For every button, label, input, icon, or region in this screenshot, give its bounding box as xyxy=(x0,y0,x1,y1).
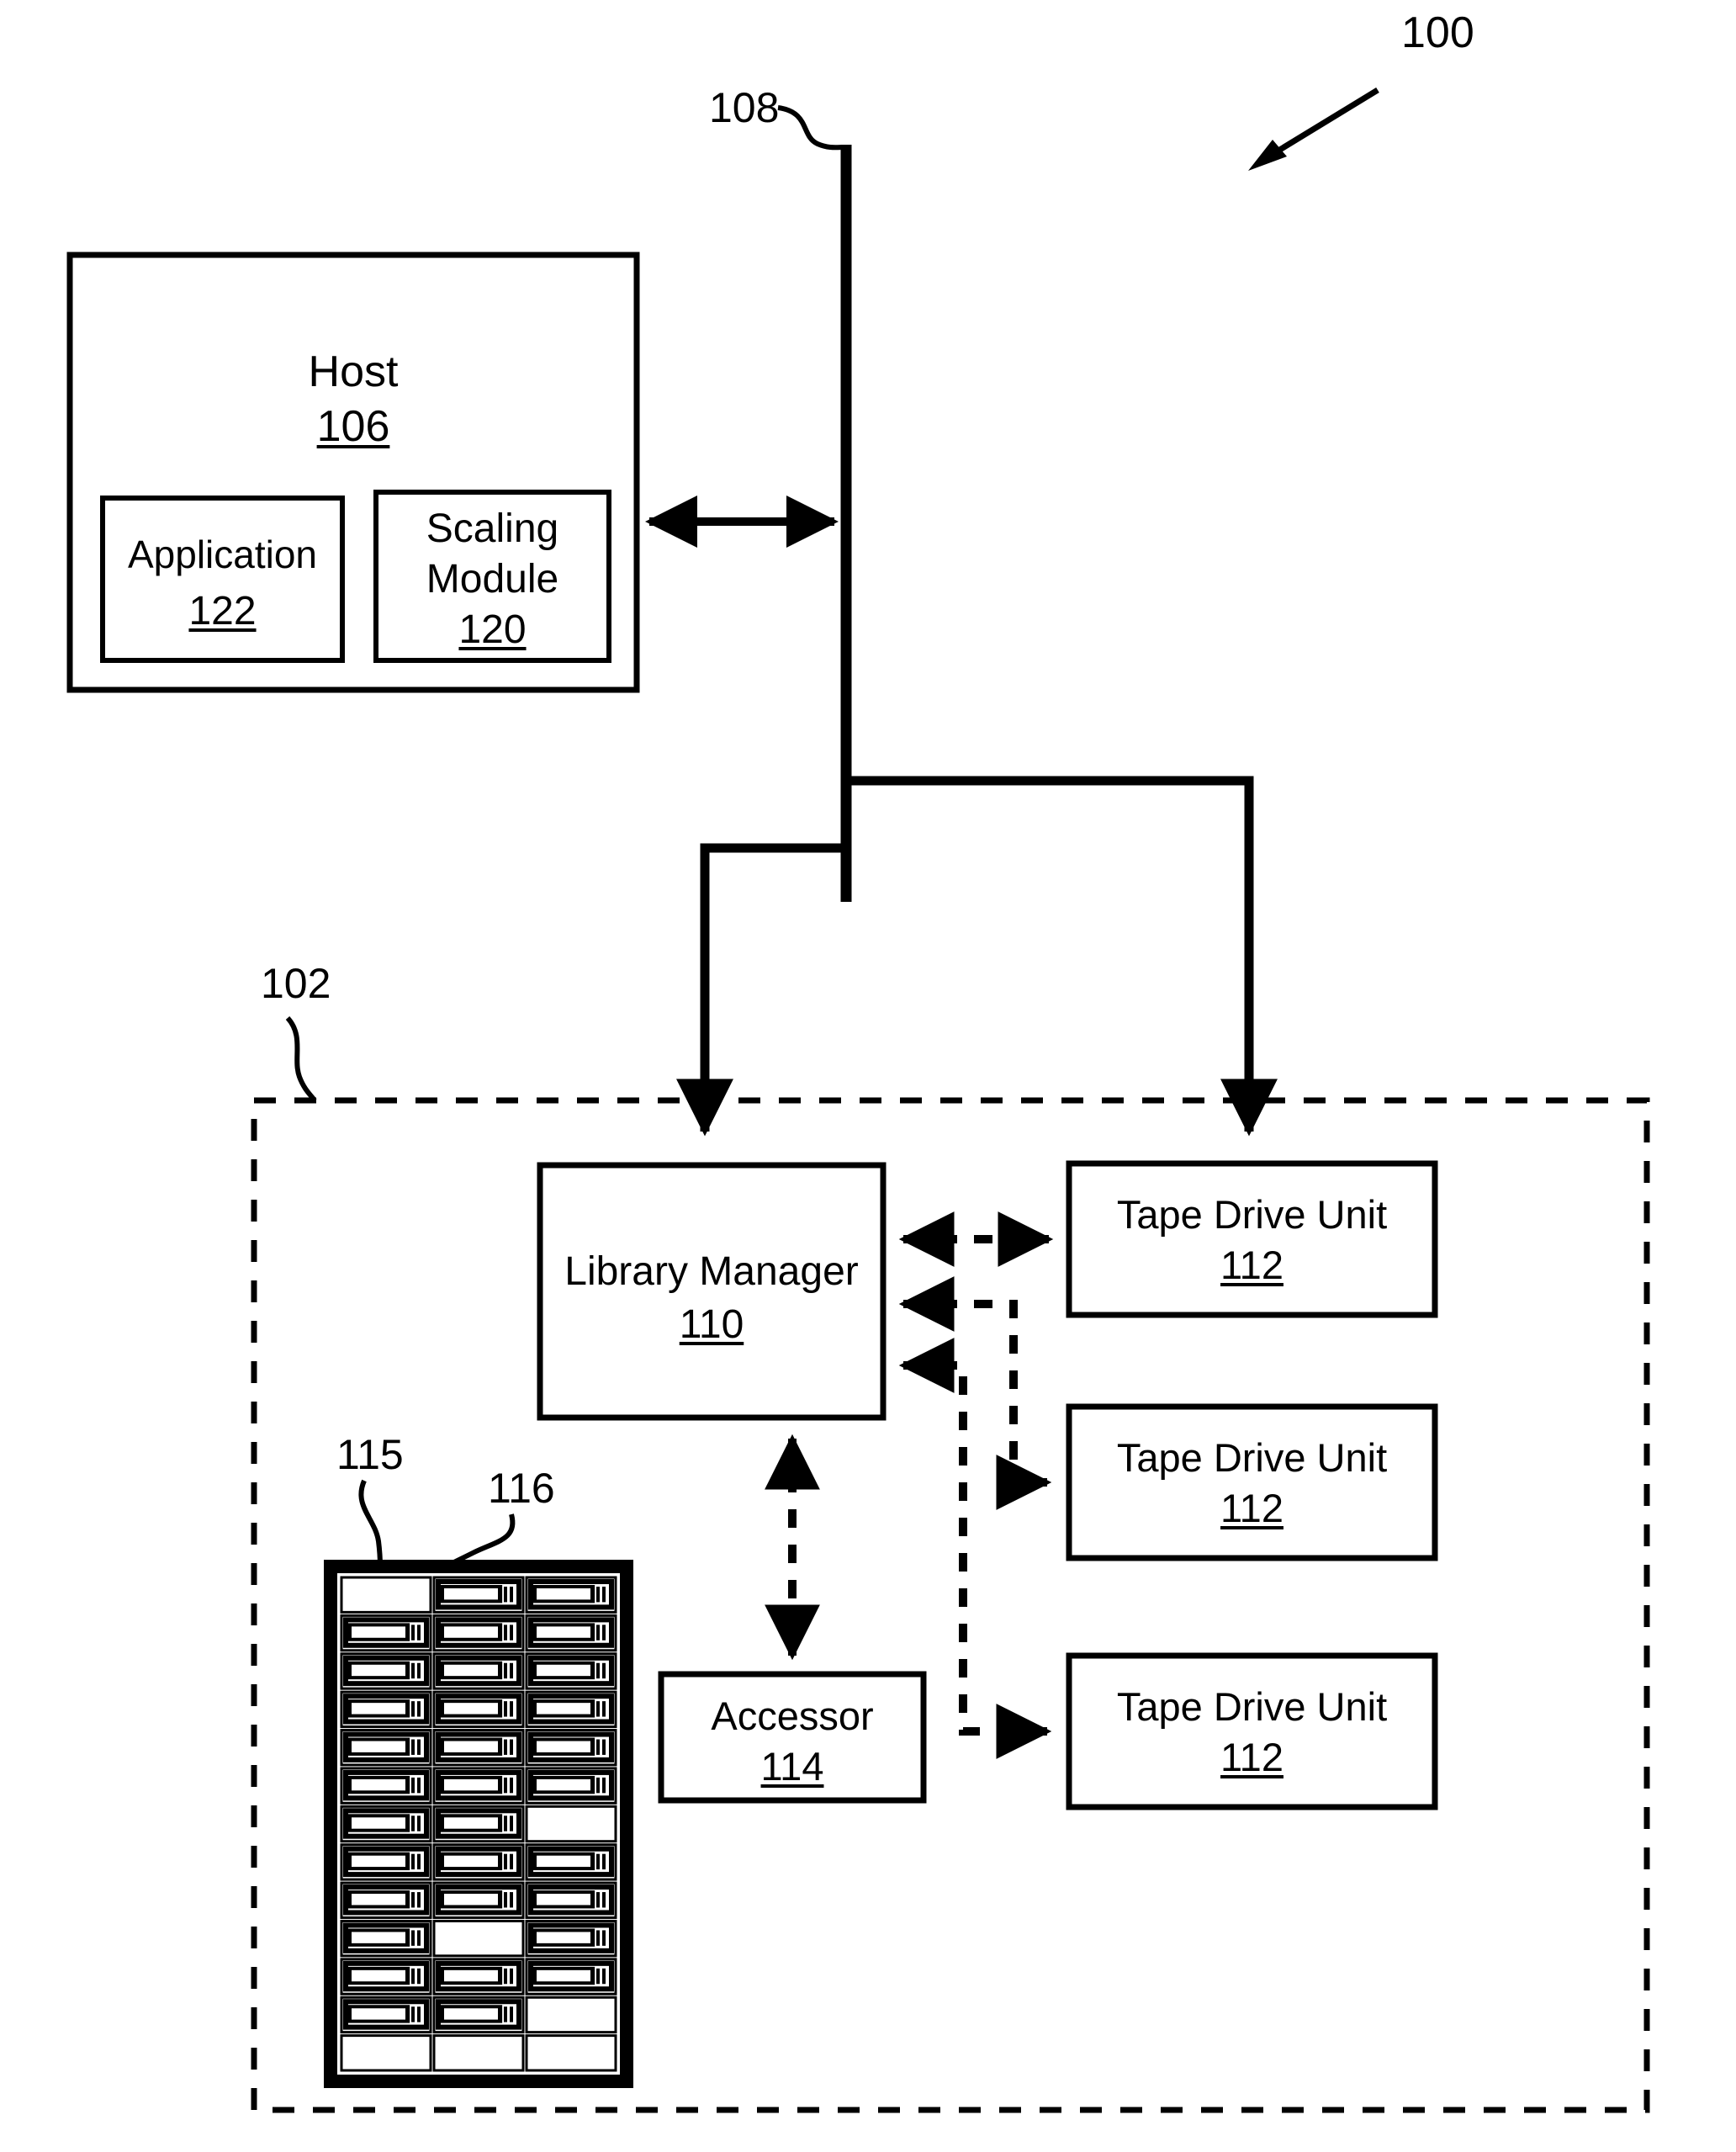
library-manager-title: Library Manager xyxy=(564,1249,859,1294)
tape-drive-unit-ref-1: 112 xyxy=(1220,1243,1283,1287)
tape-cartridge xyxy=(528,1731,614,1762)
system-ref-arrow xyxy=(1248,87,1379,171)
tape-drive-unit-box-3 xyxy=(1066,1652,1438,1810)
tape-cartridge xyxy=(436,1808,521,1839)
tape-cartridge-magazine xyxy=(324,1560,633,2088)
tape-cartridge xyxy=(343,1731,429,1762)
tape-drive-unit-title-3: Tape Drive Unit xyxy=(1116,1684,1388,1729)
figure-canvas: 100 108 102 115 116 Host 106 Application… xyxy=(0,0,1736,2152)
magazine-slot xyxy=(432,1919,525,1958)
tape-cartridge xyxy=(528,1884,614,1916)
tape-cartridge xyxy=(436,1846,521,1878)
tape-cartridge xyxy=(528,1694,614,1725)
tape-cartridge xyxy=(343,1960,429,1992)
tape-cartridge xyxy=(436,1999,521,2030)
tape-cartridge xyxy=(528,1960,614,1992)
tape-cartridge xyxy=(436,1694,521,1725)
tape-cartridge xyxy=(343,1999,429,2030)
tape-drive-unit-ref-2: 112 xyxy=(1220,1486,1283,1530)
accessor-title: Accessor xyxy=(711,1694,874,1738)
bus-to-library-manager-connector xyxy=(675,843,846,1137)
library-manager-ref: 110 xyxy=(679,1302,744,1347)
host-ref: 106 xyxy=(316,402,390,451)
system-ref-label: 100 xyxy=(1401,8,1474,57)
cartridge-ref-label: 116 xyxy=(488,1465,555,1512)
application-box xyxy=(100,496,345,663)
tape-cartridge xyxy=(343,1769,429,1801)
tape-cartridge xyxy=(436,1655,521,1687)
tape-cartridge xyxy=(436,1579,521,1610)
tape-cartridge xyxy=(436,1769,521,1801)
tape-cartridge xyxy=(528,1769,614,1801)
tape-cartridge xyxy=(436,1960,521,1992)
tape-drive-unit-ref-3: 112 xyxy=(1220,1735,1283,1779)
tape-cartridge xyxy=(436,1731,521,1762)
tape-cartridge xyxy=(436,1617,521,1648)
tape-cartridge xyxy=(436,1884,521,1916)
magazine-slot xyxy=(525,1996,617,2034)
tape-drive-unit-title-1: Tape Drive Unit xyxy=(1116,1192,1388,1237)
accessor-ref: 114 xyxy=(760,1744,824,1789)
magazine-slot xyxy=(525,1805,617,1843)
magazine-slot xyxy=(340,2034,432,2072)
tape-cartridge xyxy=(528,1617,614,1648)
magazine-ref-label: 115 xyxy=(336,1431,404,1478)
tape-cartridge xyxy=(528,1655,614,1687)
scaling-module-ref: 120 xyxy=(458,607,527,652)
tape-cartridge xyxy=(343,1655,429,1687)
bus-ref-label: 108 xyxy=(709,84,780,131)
scaling-module-title-line1: Scaling xyxy=(426,506,559,551)
lm-td2-connector xyxy=(898,1276,1052,1510)
tape-cartridge xyxy=(528,1579,614,1610)
application-ref: 122 xyxy=(188,589,257,633)
tape-cartridge xyxy=(343,1694,429,1725)
tape-cartridge xyxy=(343,1846,429,1878)
tape-drive-unit-title-2: Tape Drive Unit xyxy=(1116,1435,1388,1480)
bus-ref-leader xyxy=(777,105,844,151)
tape-cartridge xyxy=(343,1808,429,1839)
bus-to-tape-drive-1-connector xyxy=(846,776,1278,1137)
magazine-ref-leader xyxy=(358,1479,383,1567)
magazine-slot xyxy=(525,2034,617,2072)
tape-cartridge xyxy=(343,1884,429,1916)
tape-drive-unit-box-1 xyxy=(1066,1160,1438,1318)
scaling-module-title-line2: Module xyxy=(426,557,559,602)
library-ref-leader xyxy=(285,1015,317,1102)
tape-cartridge xyxy=(343,1617,429,1648)
magazine-slot xyxy=(340,1576,432,1614)
tape-cartridge xyxy=(343,1922,429,1953)
application-title: Application xyxy=(127,533,318,576)
host-title: Host xyxy=(308,347,399,396)
tape-drive-unit-box-2 xyxy=(1066,1403,1438,1561)
library-ref-label: 102 xyxy=(261,960,331,1007)
magazine-slot xyxy=(432,2034,525,2072)
diagram-vector-layer xyxy=(66,87,1650,2113)
tape-cartridge xyxy=(528,1846,614,1878)
tape-cartridge xyxy=(528,1922,614,1953)
